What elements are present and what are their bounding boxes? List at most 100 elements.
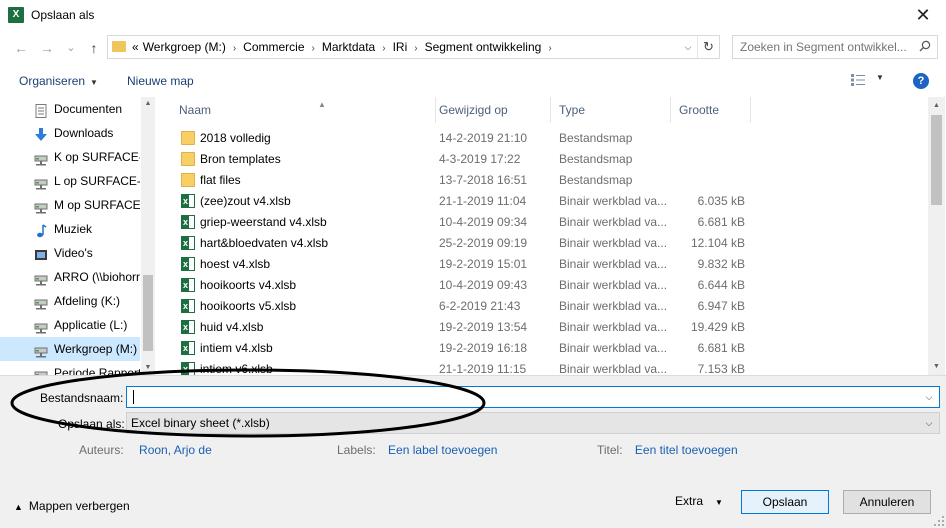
file-row[interactable]: huid v4.xlsb 19-2-2019 13:54 Binair werkbl…: [173, 317, 748, 338]
sidebar-item[interactable]: Documenten: [0, 97, 140, 121]
file-size: 6.681 kB: [697, 341, 745, 355]
file-row[interactable]: (zee)zout v4.xlsb 21-1-2019 11:04 Binair w…: [173, 191, 748, 212]
folder-row[interactable]: Bron templates 4-3-2019 17:22 Bestandsmap: [173, 149, 748, 170]
sidebar-item[interactable]: L op SURFACE-2: [0, 169, 140, 193]
column-header-size[interactable]: Grootte: [671, 97, 751, 123]
column-name-label: Naam: [179, 103, 212, 117]
file-row[interactable]: griep-weerstand v4.xlsb 10-4-2019 09:34 Bi…: [173, 212, 748, 233]
file-row[interactable]: hoest v4.xlsb 19-2-2019 15:01 Binair werkb…: [173, 254, 748, 275]
sidebar-item-label: L op SURFACE-2: [54, 174, 140, 188]
file-row[interactable]: hart&bloedvaten v4.xlsb 25-2-2019 09:19 Bi…: [173, 233, 748, 254]
organize-label: Organiseren: [19, 74, 86, 88]
file-name: flat files: [200, 173, 241, 187]
file-row[interactable]: hooikoorts v5.xlsb 6-2-2019 21:43 Binair w…: [173, 296, 748, 317]
view-options-icon[interactable]: [851, 74, 867, 86]
chevron-right-icon[interactable]: ›: [233, 43, 236, 54]
forward-button[interactable]: →: [38, 39, 56, 57]
scrollbar-thumb[interactable]: [931, 115, 942, 205]
file-row[interactable]: intiem v6.xlsb 21-1-2019 11:15 Binair werk…: [173, 359, 748, 375]
column-header-type[interactable]: Type: [551, 97, 671, 123]
breadcrumb-item[interactable]: IRi: [393, 40, 408, 54]
folder-icon: [181, 173, 195, 187]
breadcrumb-item[interactable]: Commercie: [243, 40, 304, 54]
scroll-up-icon[interactable]: ▲: [141, 97, 155, 111]
chevron-down-icon[interactable]: ⌵: [922, 413, 936, 433]
network-drive-icon: [34, 342, 48, 358]
file-row[interactable]: hooikoorts v4.xlsb 10-4-2019 09:43 Binair …: [173, 275, 748, 296]
cancel-button[interactable]: Annuleren: [843, 490, 931, 514]
column-header-name[interactable]: Naam ▲: [171, 97, 436, 123]
window-title: Opslaan als: [31, 8, 95, 22]
add-label-link[interactable]: Een label toevoegen: [388, 443, 497, 457]
authors-value[interactable]: Roon, Arjo de: [139, 443, 212, 457]
organize-button[interactable]: Organiseren ▼: [19, 74, 98, 88]
chevron-up-icon: ▲: [14, 502, 23, 512]
file-type: Binair werkblad va...: [559, 278, 668, 292]
resize-grip-icon[interactable]: [934, 516, 944, 526]
sidebar-item[interactable]: Afdeling (K:): [0, 289, 140, 313]
extra-label: Extra: [675, 494, 704, 508]
help-icon[interactable]: ?: [913, 73, 929, 89]
chevron-down-icon[interactable]: ⌵: [681, 36, 695, 58]
folder-row[interactable]: flat files 13-7-2018 16:51 Bestandsmap: [173, 170, 748, 191]
sidebar-item[interactable]: K op SURFACE-2: [0, 145, 140, 169]
sidebar-item[interactable]: M op SURFACE-2: [0, 193, 140, 217]
excel-file-icon: [181, 296, 195, 317]
search-box[interactable]: [732, 35, 938, 59]
chevron-right-icon[interactable]: ›: [414, 43, 417, 54]
hide-folders-button[interactable]: ▲ Mappen verbergen: [14, 499, 130, 513]
chevron-down-icon[interactable]: ⌵: [922, 387, 936, 407]
save-button[interactable]: Opslaan: [741, 490, 829, 514]
file-name: 2018 volledig: [200, 131, 271, 145]
scroll-down-icon[interactable]: ▼: [141, 361, 155, 375]
sidebar-item[interactable]: Werkgroep (M:): [0, 337, 140, 361]
add-title-link[interactable]: Een titel toevoegen: [635, 443, 738, 457]
navigation-pane: Documenten Downloads K op SURFACE-2 L op SU…: [0, 97, 155, 375]
navigation-scrollbar[interactable]: ▲ ▼: [141, 97, 155, 375]
sidebar-item[interactable]: ARRO (\\biohorr: [0, 265, 140, 289]
chevron-right-icon[interactable]: ›: [312, 43, 315, 54]
file-list-scrollbar[interactable]: ▲ ▼: [928, 97, 945, 375]
savetype-value: Excel binary sheet (*.xlsb): [131, 416, 270, 430]
folder-icon: [112, 41, 126, 52]
network-drive-icon: [34, 174, 48, 190]
scroll-up-icon[interactable]: ▲: [928, 97, 945, 114]
chevron-right-icon[interactable]: ›: [548, 43, 551, 54]
network-drive-icon: [34, 270, 48, 286]
column-header-modified[interactable]: Gewijzigd op: [431, 97, 551, 123]
sidebar-item[interactable]: Video's: [0, 241, 140, 265]
recent-locations-button[interactable]: ⌄: [62, 39, 80, 57]
breadcrumb-item[interactable]: Segment ontwikkeling: [425, 40, 542, 54]
file-name: (zee)zout v4.xlsb: [200, 194, 291, 208]
file-type: Binair werkblad va...: [559, 194, 668, 208]
filename-field[interactable]: ⌵: [126, 386, 940, 408]
sidebar-item[interactable]: Muziek: [0, 217, 140, 241]
up-button[interactable]: ↑: [85, 39, 103, 57]
refresh-button[interactable]: ↻: [697, 36, 719, 58]
close-button[interactable]: ✕: [900, 0, 946, 30]
breadcrumb-item[interactable]: Werkgroep (M:): [143, 40, 226, 54]
savetype-select[interactable]: Excel binary sheet (*.xlsb) ⌵: [126, 412, 940, 434]
sidebar-item-label: Applicatie (L:): [54, 318, 128, 332]
file-modified: 19-2-2019 15:01: [439, 257, 528, 271]
folder-row[interactable]: 2018 volledig 14-2-2019 21:10 Bestandsmap: [173, 128, 748, 149]
sidebar-item[interactable]: Periode Rapport: [0, 361, 140, 375]
scroll-down-icon[interactable]: ▼: [928, 358, 945, 375]
chevron-right-icon[interactable]: ›: [382, 43, 385, 54]
breadcrumb-overflow[interactable]: «: [132, 40, 139, 54]
savetype-label: Opslaan als:: [58, 417, 125, 431]
new-folder-button[interactable]: Nieuwe map: [127, 74, 194, 88]
search-input[interactable]: [733, 36, 913, 58]
extra-menu-button[interactable]: Extra ▼: [675, 494, 723, 508]
sidebar-item[interactable]: Downloads: [0, 121, 140, 145]
scrollbar-thumb[interactable]: [143, 275, 153, 351]
breadcrumb-item[interactable]: Marktdata: [322, 40, 375, 54]
sidebar-item[interactable]: Applicatie (L:): [0, 313, 140, 337]
file-modified: 21-1-2019 11:15: [439, 362, 527, 375]
file-type: Binair werkblad va...: [559, 236, 668, 250]
back-button[interactable]: ←: [12, 39, 30, 57]
chevron-down-icon[interactable]: ▼: [876, 73, 884, 82]
address-bar[interactable]: « Werkgroep (M:) › Commercie › Marktdata › IRi ›…: [107, 35, 720, 59]
file-name: intiem v4.xlsb: [200, 341, 273, 355]
file-row[interactable]: intiem v4.xlsb 19-2-2019 16:18 Binair werk…: [173, 338, 748, 359]
